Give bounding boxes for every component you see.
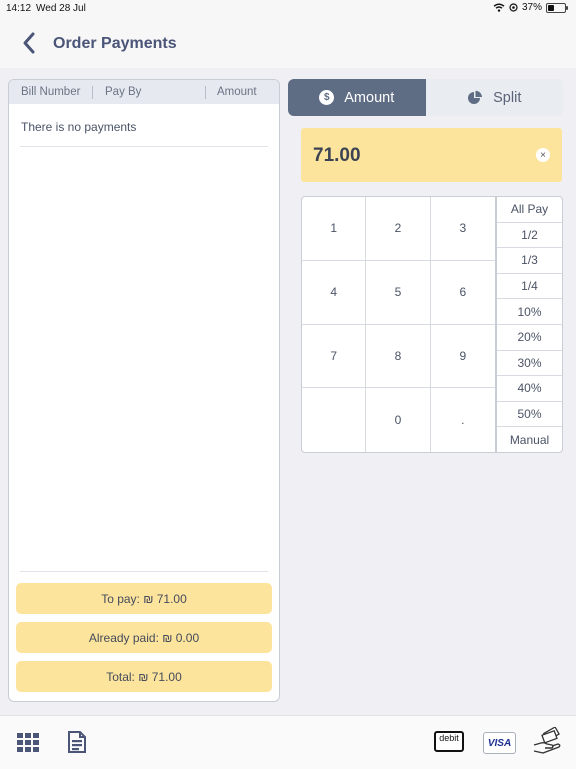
amount-display[interactable]: 71.00 × — [301, 128, 562, 182]
quick-50-percent[interactable]: 50% — [497, 402, 562, 428]
key-decimal[interactable]: . — [431, 388, 495, 452]
key-0[interactable]: 0 — [366, 388, 431, 452]
payments-table-header: Bill Number Pay By Amount — [9, 80, 279, 104]
quick-half[interactable]: 1/2 — [497, 223, 562, 249]
chevron-left-icon — [23, 32, 35, 54]
tab-amount-label: Amount — [344, 89, 395, 106]
key-9[interactable]: 9 — [430, 325, 495, 389]
header-amount: Amount — [217, 86, 257, 98]
key-blank — [302, 388, 367, 452]
key-8[interactable]: 8 — [366, 324, 431, 389]
status-bar: 14:12 Wed 28 Jul 37% — [0, 0, 576, 16]
key-1[interactable]: 1 — [302, 197, 367, 261]
quick-third[interactable]: 1/3 — [497, 248, 562, 274]
visa-card-icon[interactable]: VISA — [483, 732, 516, 754]
wifi-icon — [493, 3, 505, 12]
already-paid-button[interactable]: Already paid: ₪ 0.00 — [16, 622, 272, 653]
status-time: 14:12 — [6, 3, 32, 14]
quick-30-percent[interactable]: 30% — [497, 351, 562, 377]
divider — [20, 146, 268, 147]
dollar-icon: $ — [319, 90, 335, 105]
cash-payment-button[interactable] — [531, 726, 563, 760]
status-indicators: 37% — [493, 2, 568, 13]
visa-label: VISA — [487, 737, 512, 749]
key-2[interactable]: 2 — [366, 197, 431, 261]
cash-hand-icon — [533, 726, 561, 754]
key-6[interactable]: 6 — [430, 261, 495, 325]
debit-label: debit — [439, 733, 459, 743]
quick-manual[interactable]: Manual — [497, 427, 562, 452]
header-divider — [205, 86, 206, 99]
payments-panel: Bill Number Pay By Amount There is no pa… — [8, 79, 280, 702]
key-7[interactable]: 7 — [302, 324, 367, 389]
quick-amount-list: All Pay 1/2 1/3 1/4 10% 20% 30% 40% 50% … — [496, 196, 563, 453]
navigation-bar: Order Payments — [0, 16, 576, 68]
grid-icon[interactable] — [17, 733, 41, 753]
quick-10-percent[interactable]: 10% — [497, 299, 562, 325]
quick-quarter[interactable]: 1/4 — [497, 274, 562, 300]
amount-value: 71.00 — [313, 145, 361, 166]
divider — [20, 571, 268, 572]
debit-card-icon[interactable]: debit — [434, 731, 464, 752]
header-bill-number: Bill Number — [21, 86, 81, 98]
bottom-toolbar: debit VISA — [0, 715, 576, 769]
empty-payments-message: There is no payments — [21, 120, 137, 134]
receipt-icon — [68, 731, 86, 753]
receipt-button[interactable] — [67, 730, 87, 759]
page-title: Order Payments — [53, 35, 177, 52]
status-date: Wed 28 Jul — [36, 3, 86, 14]
quick-20-percent[interactable]: 20% — [497, 325, 562, 351]
tab-split-label: Split — [493, 89, 522, 106]
tab-amount[interactable]: $ Amount — [288, 79, 426, 116]
key-3[interactable]: 3 — [430, 197, 495, 261]
location-icon — [509, 3, 518, 12]
payment-mode-tabs: $ Amount Split — [288, 79, 563, 116]
key-5[interactable]: 5 — [366, 260, 431, 325]
battery-percent: 37% — [521, 2, 542, 13]
back-button[interactable] — [18, 30, 42, 56]
tab-split[interactable]: Split — [425, 79, 563, 116]
to-pay-button[interactable]: To pay: ₪ 71.00 — [16, 583, 272, 614]
battery-icon — [546, 2, 568, 13]
key-4[interactable]: 4 — [302, 260, 367, 325]
header-pay-by: Pay By — [105, 86, 142, 98]
quick-40-percent[interactable]: 40% — [497, 376, 562, 402]
close-icon[interactable]: × — [536, 148, 550, 162]
header-divider — [92, 86, 93, 99]
quick-all-pay[interactable]: All Pay — [497, 197, 562, 223]
pie-chart-icon — [468, 90, 483, 104]
total-button[interactable]: Total: ₪ 71.00 — [16, 661, 272, 692]
numeric-keypad: 1 2 3 4 5 6 7 8 9 0 . — [301, 196, 496, 453]
